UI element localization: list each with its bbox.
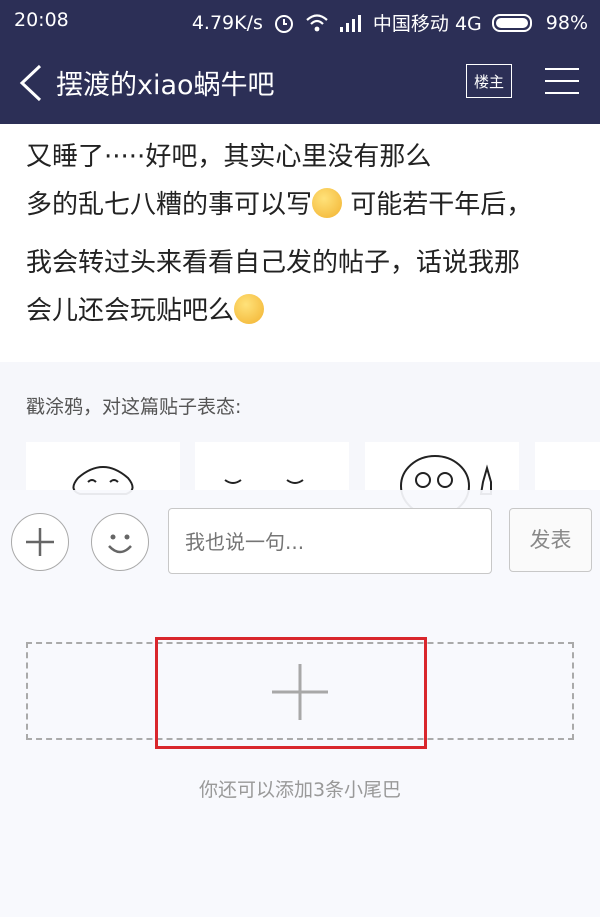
reply-input[interactable] [183, 509, 477, 575]
forum-title: 摆渡的xiao蜗牛吧 [56, 70, 275, 101]
emoji-button[interactable] [91, 513, 149, 571]
post-line-2a: 多的乱七八糟的事可以写 [26, 190, 313, 220]
smug-emoji-icon [234, 294, 265, 324]
send-button[interactable]: 发表 [509, 508, 592, 572]
post-line-1: 又睡了·····好吧，其实心里没有那么 [26, 142, 432, 172]
battery-icon [491, 13, 532, 32]
post-line-2b: 可能若干年后， [350, 190, 533, 220]
menu-icon[interactable] [545, 68, 579, 96]
status-time: 20:08 [14, 9, 69, 31]
status-bar: 20:08 4.79K/s 中国移动 4G 98% [0, 0, 600, 42]
only-op-button[interactable]: 楼主 [466, 64, 512, 98]
signal-icon [339, 14, 361, 32]
post-line-4a: 会儿还会玩贴吧么 [26, 296, 235, 326]
status-carrier: 中国移动 4G [372, 13, 482, 35]
add-attachment-button[interactable] [11, 513, 69, 571]
post-line-3: 我会转过头来看看自己发的帖子，话说我那 [26, 248, 521, 278]
status-right: 4.79K/s 中国移动 4G 98% [192, 9, 588, 36]
back-arrow-icon[interactable] [16, 64, 48, 102]
status-speed: 4.79K/s [191, 11, 263, 34]
plus-icon [26, 528, 54, 556]
status-battery: 98% [545, 11, 588, 34]
doodle-label: 戳涂鸦，对这篇贴子表态: [26, 396, 242, 418]
alarm-icon [274, 14, 293, 33]
nav-bar: 摆渡的xiao蜗牛吧 楼主 [0, 42, 600, 124]
sweat-emoji-icon [312, 188, 343, 218]
post-line-4: 会儿还会玩贴吧么 [26, 290, 265, 327]
smiley-icon [108, 534, 132, 554]
wifi-icon [306, 13, 328, 31]
tail-hint: 你还可以添加3条小尾巴 [198, 779, 402, 801]
highlight-box [155, 637, 427, 749]
post-content: 又睡了·····好吧，其实心里没有那么 多的乱七八糟的事可以写 可能若干年后， … [0, 124, 600, 362]
reply-input-box[interactable] [168, 508, 492, 575]
post-line-2: 多的乱七八糟的事可以写 可能若干年后， [26, 184, 532, 221]
